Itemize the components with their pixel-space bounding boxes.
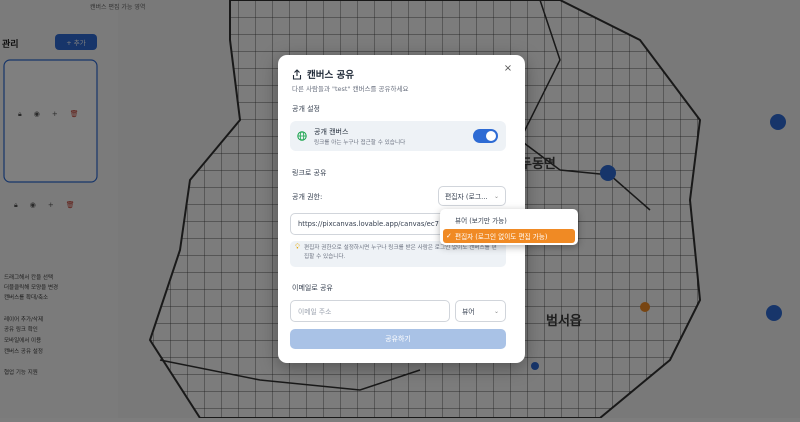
- option-label: 편집자 (로그인 없이도 편집 가능): [455, 233, 548, 241]
- globe-icon: [297, 131, 307, 141]
- permission-note-text: 편집자 권한으로 설정하시면 누구나 링크를 받은 사람은 로그인 없이도 캔버…: [304, 245, 497, 260]
- dialog-title-text: 캔버스 공유: [307, 70, 355, 81]
- permission-dropdown-menu: 뷰어 (보기만 가능) ✓ 편집자 (로그인 없이도 편집 가능): [440, 209, 578, 245]
- link-share-label: 링크로 공유: [292, 169, 327, 177]
- public-canvas-desc: 링크를 아는 누구나 접근할 수 있습니다: [314, 140, 406, 146]
- share-icon: [292, 68, 302, 80]
- email-role-value: 뷰어: [462, 308, 475, 316]
- email-role-select[interactable]: 뷰어 ⌄: [455, 300, 506, 322]
- share-link-input[interactable]: https://pixcanvas.lovable.app/canvas/ec7: [290, 213, 460, 235]
- public-settings-label: 공개 설정: [292, 105, 320, 113]
- public-canvas-row: 공개 캔버스 링크를 아는 누구나 접근할 수 있습니다: [290, 121, 506, 151]
- lightbulb-icon: 💡︎: [295, 243, 300, 251]
- permission-select-value: 편집자 (로그...: [445, 193, 488, 201]
- dropdown-option-editor[interactable]: ✓ 편집자 (로그인 없이도 편집 가능): [443, 229, 575, 243]
- public-toggle[interactable]: [473, 129, 498, 143]
- permission-select[interactable]: 편집자 (로그... ⌄: [438, 186, 506, 206]
- chevron-down-icon: ⌄: [493, 192, 499, 200]
- email-placeholder: 이메일 주소: [298, 308, 332, 316]
- public-permission-label: 공개 권한:: [292, 193, 323, 201]
- chevron-down-icon: ⌄: [493, 307, 499, 315]
- email-share-label: 이메일로 공유: [292, 284, 333, 292]
- check-icon: ✓: [446, 232, 452, 240]
- dropdown-option-viewer[interactable]: 뷰어 (보기만 가능): [443, 213, 575, 227]
- option-label: 뷰어 (보기만 가능): [455, 217, 507, 225]
- email-field[interactable]: 이메일 주소: [290, 300, 450, 322]
- close-icon[interactable]: ×: [502, 63, 514, 75]
- share-button[interactable]: 공유하기: [290, 329, 506, 349]
- public-canvas-title: 공개 캔버스: [314, 128, 349, 136]
- dialog-subtitle: 다른 사람들과 "test" 캔버스를 공유하세요: [292, 85, 409, 93]
- dialog-title: 캔버스 공유: [292, 67, 354, 81]
